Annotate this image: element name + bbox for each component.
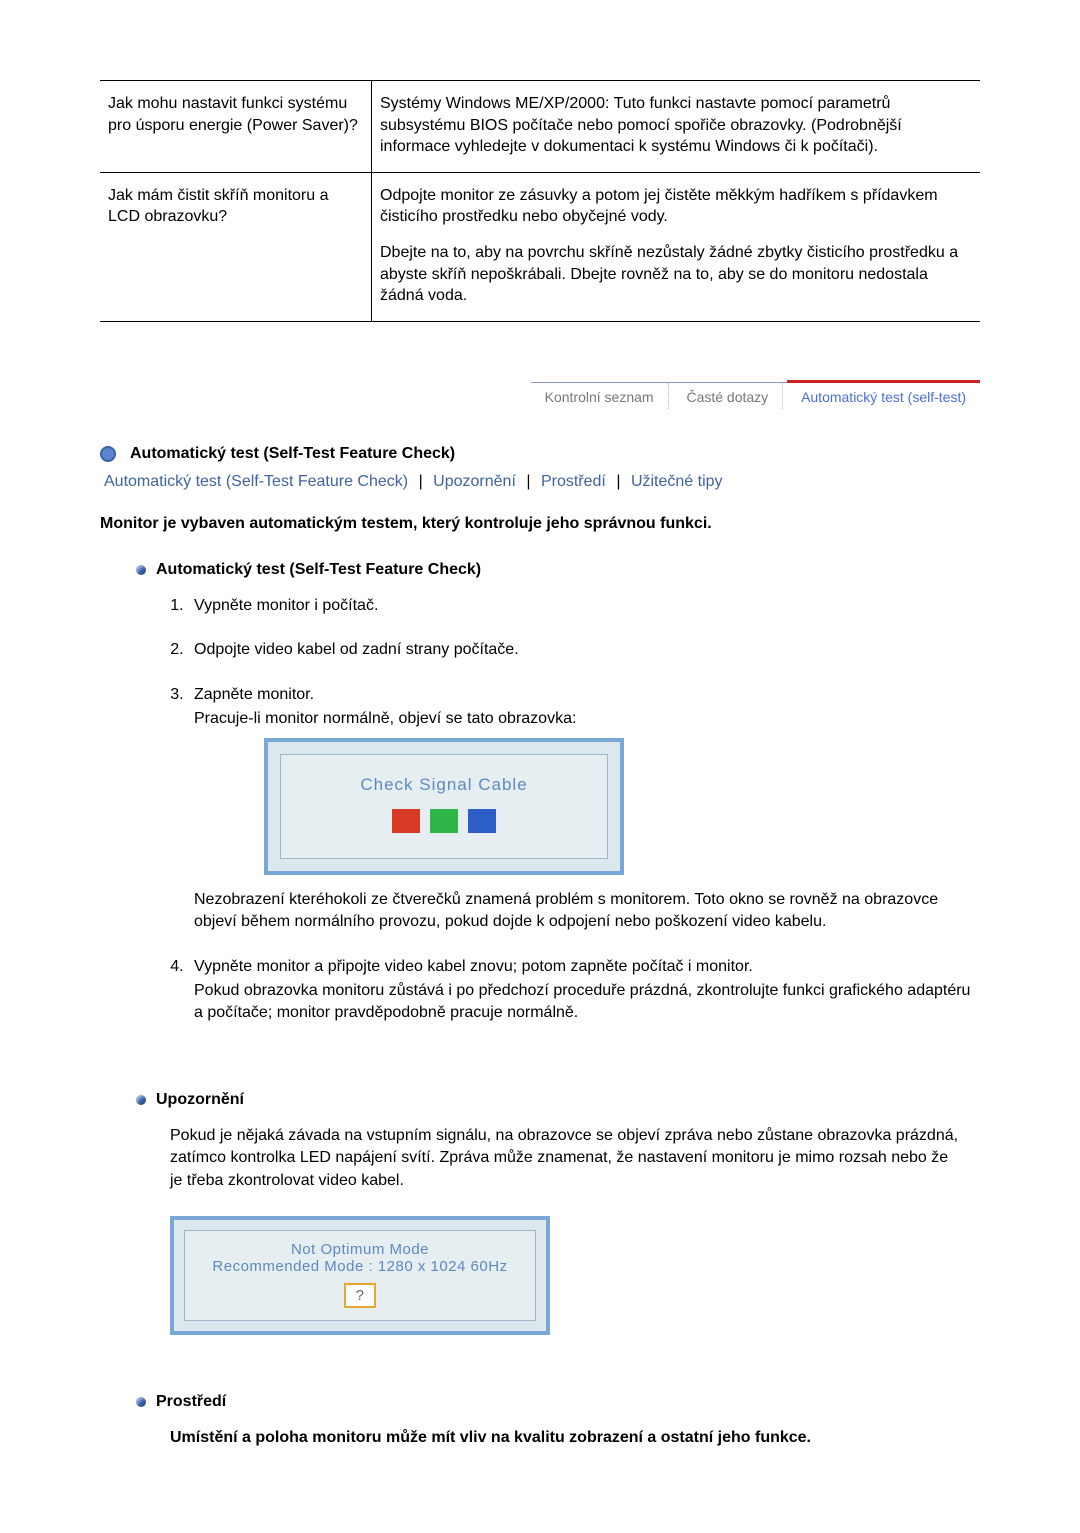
question-cell: Jak mám čistit skříň monitoru a LCD obra…: [100, 172, 372, 321]
osd-line-1: Not Optimum Mode: [191, 1241, 529, 1258]
subheading-label: Upozornění: [156, 1091, 244, 1109]
red-square-icon: [392, 809, 420, 833]
step-text: Vypněte monitor i počítač.: [194, 597, 378, 614]
page-title-row: Automatický test (Self-Test Feature Chec…: [100, 445, 980, 463]
warning-body: Pokud je nějaká závada na vstupním signá…: [170, 1125, 980, 1192]
nav-tips[interactable]: Užitečné tipy: [631, 473, 723, 490]
osd-line-2: Recommended Mode : 1280 x 1024 60Hz: [191, 1258, 529, 1275]
subheading-selftest: Automatický test (Self-Test Feature Chec…: [136, 561, 980, 579]
separator: |: [610, 473, 626, 490]
bullet-icon: [100, 446, 116, 462]
list-item: Vypněte monitor a připojte video kabel z…: [188, 956, 980, 1025]
nav-warning[interactable]: Upozornění: [433, 473, 516, 490]
table-row: Jak mám čistit skříň monitoru a LCD obra…: [100, 172, 980, 321]
subheading-label: Prostředí: [156, 1393, 226, 1411]
page-title: Automatický test (Self-Test Feature Chec…: [130, 445, 455, 463]
list-item: Odpojte video kabel od zadní strany počí…: [188, 639, 980, 661]
tab-faq[interactable]: Časté dotazy: [672, 383, 783, 409]
bullet-icon: [136, 1095, 146, 1105]
subheading-environment: Prostředí: [136, 1393, 980, 1411]
nav-selftest[interactable]: Automatický test (Self-Test Feature Chec…: [104, 473, 408, 490]
answer-paragraph: Odpojte monitor ze zásuvky a potom jej č…: [380, 185, 972, 228]
separator: |: [413, 473, 429, 490]
bullet-icon: [136, 565, 146, 575]
subheading-label: Automatický test (Self-Test Feature Chec…: [156, 561, 481, 579]
green-square-icon: [430, 809, 458, 833]
tab-checklist[interactable]: Kontrolní seznam: [531, 383, 669, 409]
answer-paragraph: Dbejte na to, aby na povrchu skříně nezů…: [380, 242, 972, 307]
step-text: Vypněte monitor a připojte video kabel z…: [194, 958, 753, 975]
warning-screenshot: Not Optimum Mode Recommended Mode : 1280…: [170, 1216, 550, 1335]
bullet-icon: [136, 1397, 146, 1407]
osd-message: Check Signal Cable: [289, 773, 599, 797]
step-note: Nezobrazení kteréhokoli ze čtverečků zna…: [194, 889, 980, 934]
step-subtext: Pracuje-li monitor normálně, objeví se t…: [194, 708, 980, 730]
list-item: Vypněte monitor i počítač.: [188, 595, 980, 617]
separator: |: [520, 473, 536, 490]
answer-cell: Odpojte monitor ze zásuvky a potom jej č…: [372, 172, 981, 321]
selftest-osd-window: Check Signal Cable: [280, 754, 608, 859]
step-text: Zapněte monitor.: [194, 686, 314, 703]
question-cell: Jak mohu nastavit funkci systému pro úsp…: [100, 81, 372, 173]
table-row: Jak mohu nastavit funkci systému pro úsp…: [100, 81, 980, 173]
tab-selftest[interactable]: Automatický test (self-test): [787, 380, 980, 409]
help-button[interactable]: ?: [344, 1283, 377, 1308]
list-item: Zapněte monitor. Pracuje-li monitor norm…: [188, 684, 980, 934]
subheading-warning: Upozornění: [136, 1091, 980, 1109]
answer-cell: Systémy Windows ME/XP/2000: Tuto funkci …: [372, 81, 981, 173]
qna-table: Jak mohu nastavit funkci systému pro úsp…: [100, 80, 980, 322]
answer-paragraph: Systémy Windows ME/XP/2000: Tuto funkci …: [380, 93, 972, 158]
anchor-nav: Automatický test (Self-Test Feature Chec…: [104, 473, 980, 491]
intro-text: Monitor je vybaven automatickým testem, …: [100, 515, 980, 533]
selftest-screenshot: Check Signal Cable: [264, 738, 624, 875]
environment-body: Umístění a poloha monitoru může mít vliv…: [170, 1427, 980, 1449]
color-squares: [289, 809, 599, 840]
blue-square-icon: [468, 809, 496, 833]
step-text: Odpojte video kabel od zadní strany počí…: [194, 641, 519, 658]
steps-list: Vypněte monitor i počítač. Odpojte video…: [158, 595, 980, 1025]
warning-osd-window: Not Optimum Mode Recommended Mode : 1280…: [184, 1230, 536, 1321]
step-subtext: Pokud obrazovka monitoru zůstává i po př…: [194, 980, 980, 1025]
nav-environment[interactable]: Prostředí: [541, 473, 606, 490]
section-tabs: Kontrolní seznam Časté dotazy Automatick…: [100, 382, 980, 409]
